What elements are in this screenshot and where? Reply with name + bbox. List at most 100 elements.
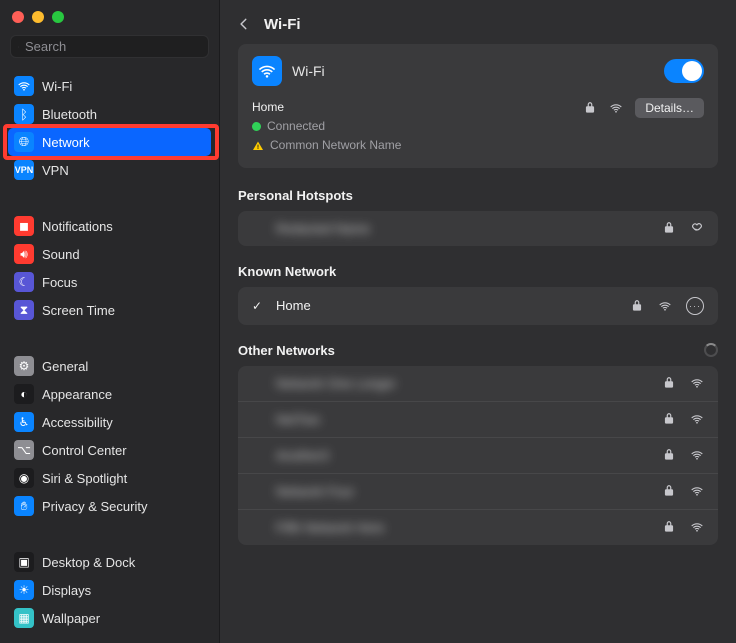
- wifi-signal-icon: [690, 412, 704, 426]
- sidebar-item-vpn[interactable]: VPN VPN: [8, 156, 211, 184]
- wifi-signal-icon: [690, 448, 704, 462]
- vpn-icon: VPN: [14, 160, 34, 180]
- search-input[interactable]: [25, 39, 201, 54]
- wifi-signal-icon: [690, 376, 704, 390]
- more-button[interactable]: ···: [686, 297, 704, 315]
- sidebar-item-label: General: [42, 359, 88, 374]
- personal_hotspots-list: Redacted Name: [238, 211, 718, 246]
- link-icon: [690, 221, 704, 235]
- network-row[interactable]: NetTwo: [238, 402, 718, 438]
- sidebar-item-displays[interactable]: ☀︎ Displays: [8, 576, 211, 604]
- highlight-annotation: [3, 124, 219, 160]
- wallpaper-icon: ▦: [14, 608, 34, 628]
- hand-icon: ✋︎: [14, 496, 34, 516]
- sidebar-item-desktop-dock[interactable]: ▣ Desktop & Dock: [8, 548, 211, 576]
- chevron-left-icon: [237, 17, 251, 31]
- sidebar-item-appearance[interactable]: ◐Appearance: [8, 380, 211, 408]
- network-name: Home: [276, 298, 620, 313]
- globe-icon: 🌐︎: [14, 132, 34, 152]
- lock-icon: [662, 520, 676, 534]
- loading-spinner-icon: [704, 343, 718, 357]
- sidebar-item-label: Desktop & Dock: [42, 555, 135, 570]
- known_network-title: Known Network: [238, 264, 336, 279]
- lock-icon: [662, 376, 676, 390]
- lock-icon: [662, 448, 676, 462]
- wifi-toggle[interactable]: [664, 59, 704, 83]
- sidebar-item-label: Accessibility: [42, 415, 113, 430]
- sidebar-item-sound[interactable]: 🔊︎ Sound: [8, 240, 211, 268]
- wifi-signal-icon: [658, 299, 672, 313]
- sidebar-item-notifications[interactable]: ◼︎ Notifications: [8, 212, 211, 240]
- other_networks-title: Other Networks: [238, 343, 335, 358]
- sidebar-item-label: Privacy & Security: [42, 499, 147, 514]
- status-dot-icon: [252, 122, 261, 131]
- network-row[interactable]: Another3: [238, 438, 718, 474]
- network-name: NetTwo: [276, 412, 652, 427]
- wifi-signal-icon: [690, 520, 704, 534]
- bell-icon: ◼︎: [14, 216, 34, 236]
- lock-icon: [583, 101, 597, 115]
- sidebar-item-label: Appearance: [42, 387, 112, 402]
- network-name: Network One Longer: [276, 376, 652, 391]
- network-row[interactable]: ✓ Home ···: [238, 287, 718, 325]
- sidebar-item-network[interactable]: 🌐︎ Network: [8, 128, 211, 156]
- current-network-name: Home: [252, 98, 583, 117]
- sound-icon: 🔊︎: [14, 244, 34, 264]
- search-icon: [18, 40, 19, 54]
- sidebar-item-label: Notifications: [42, 219, 113, 234]
- sidebar-item-control-center[interactable]: ⌥Control Center: [8, 436, 211, 464]
- minimize-window[interactable]: [32, 11, 44, 23]
- network-row[interactable]: Redacted Name: [238, 211, 718, 246]
- window-controls: [0, 0, 219, 31]
- page-title: Wi-Fi: [264, 16, 301, 33]
- wifi-icon: [252, 56, 282, 86]
- sidebar-item-bluetooth[interactable]: ᛒ Bluetooth: [8, 100, 211, 128]
- gear-icon: ⚙︎: [14, 356, 34, 376]
- sidebar-item-accessibility[interactable]: ♿︎ Accessibility: [8, 408, 211, 436]
- header: Wi-Fi: [220, 0, 736, 44]
- bluetooth-icon: ᛒ: [14, 104, 34, 124]
- lock-icon: [662, 484, 676, 498]
- sidebar-item-wi-fi[interactable]: Wi-Fi: [8, 72, 211, 100]
- sidebar-item-label: VPN: [42, 163, 69, 178]
- personal_hotspots-title: Personal Hotspots: [238, 188, 353, 203]
- moon-icon: ☾: [14, 272, 34, 292]
- sidebar-item-label: Bluetooth: [42, 107, 97, 122]
- sidebar-item-general[interactable]: ⚙︎ General: [8, 352, 211, 380]
- sidebar-item-label: Sound: [42, 247, 80, 262]
- lock-icon: [630, 299, 644, 313]
- search-box[interactable]: [10, 35, 209, 58]
- back-button[interactable]: [234, 14, 254, 34]
- wifi-signal-icon: [690, 484, 704, 498]
- sidebar-item-privacy-security[interactable]: ✋︎ Privacy & Security: [8, 492, 211, 520]
- connection-status: Connected: [267, 117, 325, 136]
- details-button[interactable]: Details…: [635, 98, 704, 118]
- sidebar-item-label: Focus: [42, 275, 77, 290]
- sidebar-item-wallpaper[interactable]: ▦ Wallpaper: [8, 604, 211, 632]
- sidebar-item-siri-spotlight[interactable]: ◉Siri & Spotlight: [8, 464, 211, 492]
- sidebar-item-label: Network: [42, 135, 90, 150]
- sidebar-item-screen-time[interactable]: ⧗Screen Time: [8, 296, 211, 324]
- sidebar-item-label: Control Center: [42, 443, 127, 458]
- close-window[interactable]: [12, 11, 24, 23]
- network-row[interactable]: Fifth Network Here: [238, 510, 718, 545]
- network-name: Network Four: [276, 484, 652, 499]
- sidebar-item-label: Screen Time: [42, 303, 115, 318]
- wifi-icon: [14, 76, 34, 96]
- network-row[interactable]: Network Four: [238, 474, 718, 510]
- warning-icon: [252, 140, 264, 152]
- sidebar-item-label: Displays: [42, 583, 91, 598]
- desktop-icon: ▣: [14, 552, 34, 572]
- network-row[interactable]: Network One Longer: [238, 366, 718, 402]
- displays-icon: ☀︎: [14, 580, 34, 600]
- lock-icon: [662, 221, 676, 235]
- sidebar-item-focus[interactable]: ☾ Focus: [8, 268, 211, 296]
- wifi-signal-icon: [609, 101, 623, 115]
- checkmark-icon: ✓: [252, 299, 266, 313]
- known_network-list: ✓ Home ···: [238, 287, 718, 325]
- maximize-window[interactable]: [52, 11, 64, 23]
- network-name: Another3: [276, 448, 652, 463]
- sidebar-item-label: Wallpaper: [42, 611, 100, 626]
- lock-icon: [662, 412, 676, 426]
- accessibility-icon: ♿︎: [14, 412, 34, 432]
